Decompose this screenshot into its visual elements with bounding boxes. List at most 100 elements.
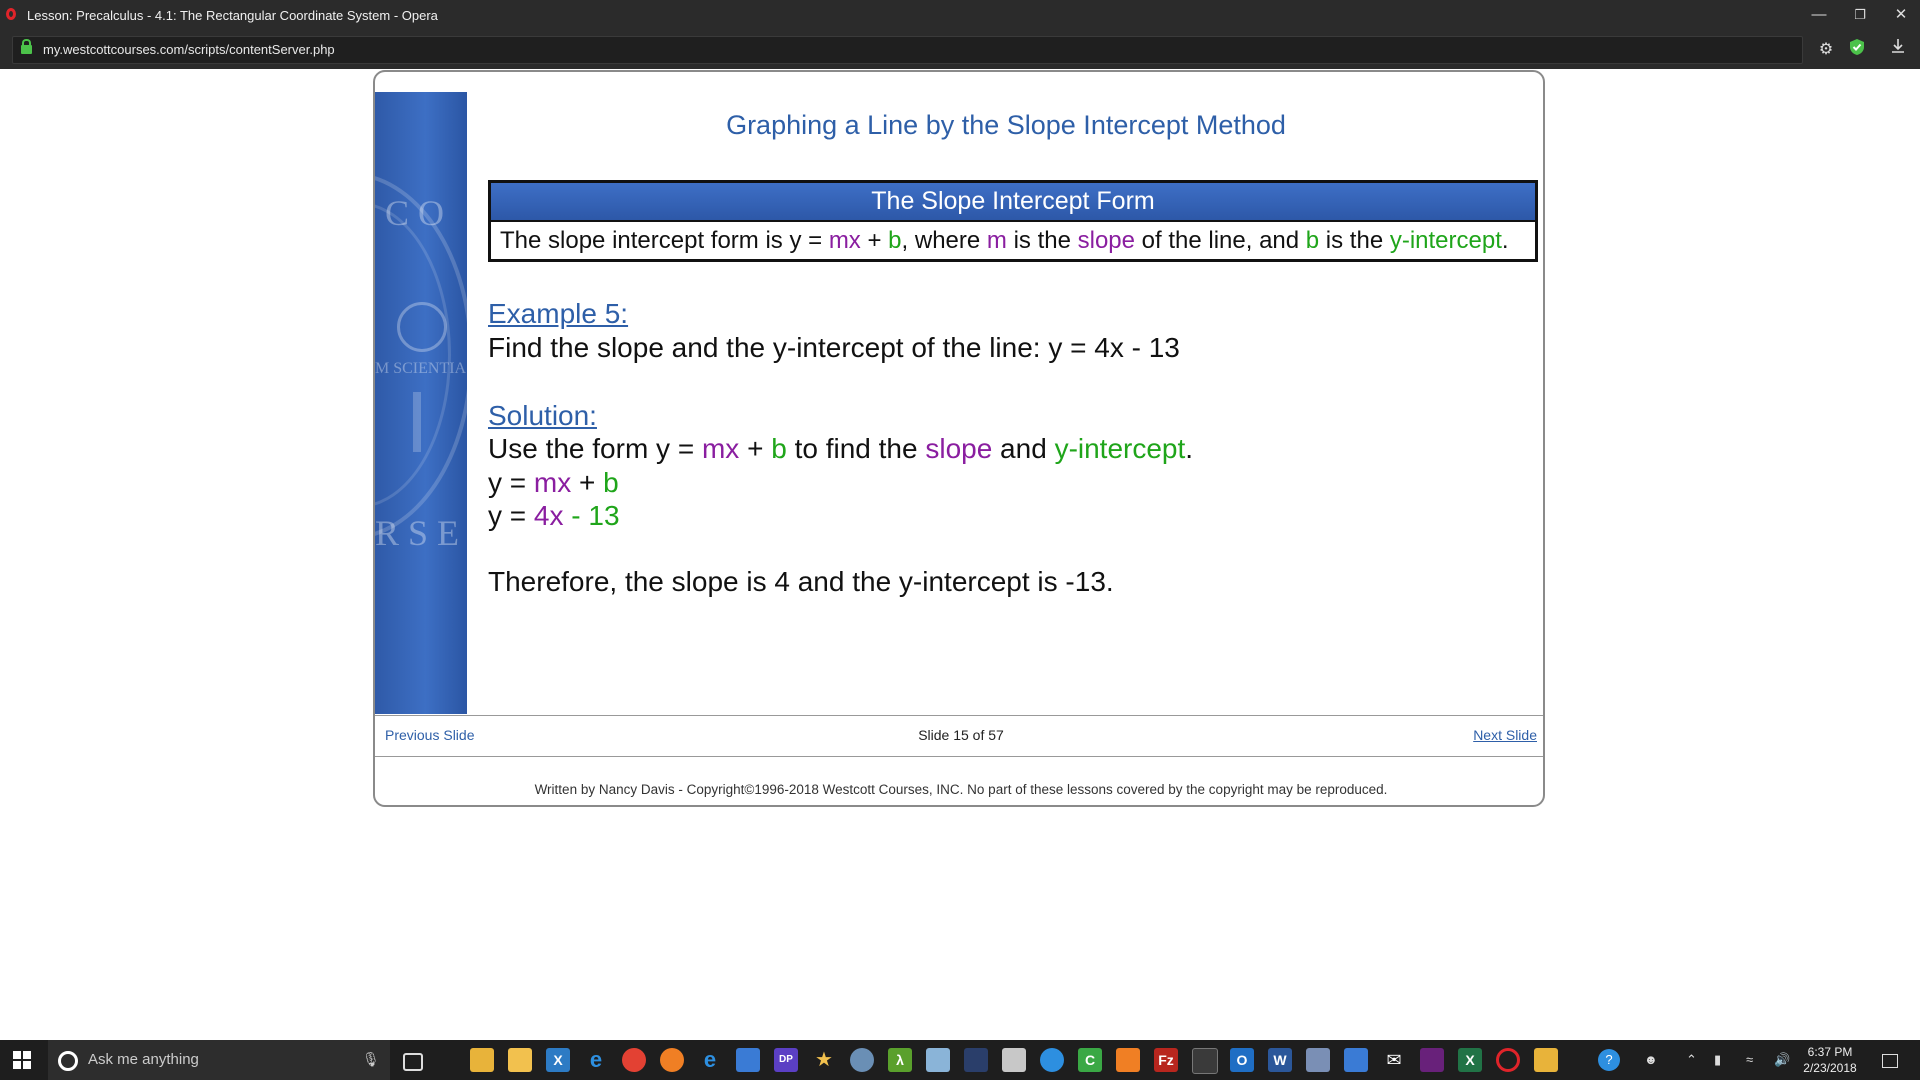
slide-navigation: Previous Slide Slide 15 of 57 Next Slide bbox=[375, 715, 1543, 757]
app-icon-c[interactable]: C bbox=[1078, 1048, 1102, 1072]
line-text: and bbox=[992, 433, 1055, 464]
excel-icon[interactable]: X bbox=[1458, 1048, 1482, 1072]
decorative-sidebar: C O M SCIENTIA R S E bbox=[375, 92, 467, 714]
clock-date: 2/23/2018 bbox=[1803, 1061, 1857, 1075]
solution-line-2: y = mx + b bbox=[488, 467, 619, 499]
box-text: of the line, and bbox=[1134, 227, 1306, 254]
app-icon[interactable] bbox=[926, 1048, 950, 1072]
app-icon[interactable] bbox=[1192, 1048, 1218, 1074]
battery-icon[interactable]: ▮ bbox=[1714, 1052, 1721, 1068]
app-icon[interactable] bbox=[850, 1048, 874, 1072]
notification-icon[interactable] bbox=[1882, 1054, 1898, 1068]
conclusion-text: Therefore, the slope is 4 and the y-inte… bbox=[488, 566, 1114, 597]
volume-icon[interactable]: 🔊 bbox=[1774, 1052, 1790, 1068]
visual-studio-icon[interactable] bbox=[1420, 1048, 1444, 1072]
chevron-up-icon[interactable]: ⌃ bbox=[1686, 1052, 1697, 1068]
restore-button[interactable]: ❐ bbox=[1845, 3, 1875, 27]
solution-line-3: y = 4x - 13 bbox=[488, 500, 620, 532]
emblem-text: M SCIENTIA bbox=[375, 360, 467, 377]
teamviewer-icon[interactable] bbox=[1040, 1048, 1064, 1072]
emblem-text: C O bbox=[385, 193, 445, 233]
line-text: + bbox=[571, 467, 604, 498]
box-definition: The slope intercept form is y = mx + b, … bbox=[491, 222, 1535, 260]
help-icon[interactable]: ? bbox=[1598, 1049, 1620, 1071]
star-app-icon[interactable]: ★ bbox=[812, 1048, 836, 1072]
line-text: y = bbox=[488, 500, 534, 531]
app-icon[interactable] bbox=[1344, 1048, 1368, 1072]
mx-term: mx bbox=[828, 227, 861, 254]
minimize-button[interactable]: — bbox=[1804, 3, 1834, 27]
lock-icon bbox=[21, 39, 32, 55]
box-text: The slope intercept form is y = bbox=[500, 227, 829, 254]
edge-icon[interactable]: e bbox=[584, 1048, 608, 1072]
line-text: to find the bbox=[786, 433, 926, 464]
powershell-icon[interactable] bbox=[736, 1048, 760, 1072]
slope-term: slope bbox=[925, 433, 993, 464]
m-term: m bbox=[986, 227, 1007, 254]
y-intercept-term: y-intercept bbox=[1389, 227, 1502, 254]
solution-line-1: Use the form y = mx + b to find the slop… bbox=[488, 433, 1193, 465]
outlook-icon[interactable]: O bbox=[1230, 1048, 1254, 1072]
address-bar: my.westcottcourses.com/scripts/contentSe… bbox=[0, 31, 1920, 69]
search-placeholder: Ask me anything bbox=[88, 1051, 199, 1068]
browser-title-bar: Lesson: Precalculus - 4.1: The Rectangul… bbox=[0, 0, 1920, 31]
next-slide-link[interactable]: Next Slide bbox=[1473, 727, 1537, 743]
opera-taskbar-icon[interactable] bbox=[1496, 1048, 1520, 1072]
url-text[interactable]: my.westcottcourses.com/scripts/contentSe… bbox=[43, 42, 335, 57]
app-icon-dp[interactable]: DP bbox=[774, 1048, 798, 1072]
windows-logo-icon bbox=[13, 1051, 31, 1069]
box-text: + bbox=[860, 227, 889, 254]
close-button[interactable]: ✕ bbox=[1886, 3, 1916, 27]
chrome-icon[interactable] bbox=[622, 1048, 646, 1072]
app-icon[interactable] bbox=[964, 1048, 988, 1072]
people-icon[interactable]: ☻ bbox=[1644, 1052, 1658, 1067]
system-clock[interactable]: 6:37 PM 2/23/2018 bbox=[1790, 1044, 1870, 1076]
slide-counter: Slide 15 of 57 bbox=[918, 727, 1004, 743]
line-text: . bbox=[1185, 433, 1194, 464]
start-button[interactable] bbox=[0, 1040, 44, 1080]
mx-term: mx bbox=[533, 467, 572, 498]
box-text: is the bbox=[1006, 227, 1078, 254]
mail-icon[interactable]: ✉ bbox=[1382, 1048, 1406, 1072]
app-icon[interactable] bbox=[1306, 1048, 1330, 1072]
calculator-icon[interactable] bbox=[1002, 1048, 1026, 1072]
store-icon[interactable] bbox=[508, 1048, 532, 1072]
shield-icon[interactable] bbox=[1845, 38, 1869, 62]
word-icon[interactable]: W bbox=[1268, 1048, 1292, 1072]
box-heading: The Slope Intercept Form bbox=[491, 183, 1535, 222]
copyright-notice: Written by Nancy Davis - Copyright©1996-… bbox=[534, 782, 1388, 797]
xamarin-icon[interactable]: X bbox=[546, 1048, 570, 1072]
slide-title: Graphing a Line by the Slope Intercept M… bbox=[726, 110, 1286, 140]
url-field[interactable]: my.westcottcourses.com/scripts/contentSe… bbox=[12, 36, 1803, 64]
example-text: Find the slope and the y-intercept of th… bbox=[488, 332, 1180, 363]
intercept-value: - 13 bbox=[563, 500, 620, 531]
y-intercept-term: y-intercept bbox=[1054, 433, 1186, 464]
xampp-icon[interactable] bbox=[1116, 1048, 1140, 1072]
b-term: b bbox=[771, 433, 787, 464]
opera-logo-icon bbox=[6, 8, 16, 20]
b-term: b bbox=[603, 467, 619, 498]
line-text: y = bbox=[488, 467, 534, 498]
slope-intercept-box: The Slope Intercept Form The slope inter… bbox=[488, 180, 1538, 262]
emblem-text: R S E bbox=[375, 513, 460, 553]
microphone-icon[interactable]: 🎙 bbox=[362, 1051, 380, 1068]
globe-icon bbox=[397, 302, 447, 352]
app-icon[interactable] bbox=[1534, 1048, 1558, 1072]
settings-gear-icon[interactable]: ⚙ bbox=[1814, 38, 1838, 62]
firefox-icon[interactable] bbox=[660, 1048, 684, 1072]
box-text: . bbox=[1501, 227, 1509, 254]
line-text: Use the form y = bbox=[488, 433, 702, 464]
download-icon[interactable] bbox=[1886, 38, 1910, 62]
mx-term: mx bbox=[701, 433, 740, 464]
clock-time: 6:37 PM bbox=[1807, 1045, 1853, 1059]
window-title: Lesson: Precalculus - 4.1: The Rectangul… bbox=[27, 8, 438, 23]
filezilla-icon[interactable]: Fz bbox=[1154, 1048, 1178, 1072]
wifi-icon[interactable]: ≈ bbox=[1746, 1052, 1753, 1067]
cortana-search-box[interactable]: Ask me anything 🎙 bbox=[48, 1040, 390, 1080]
task-view-icon[interactable] bbox=[403, 1053, 423, 1071]
internet-explorer-icon[interactable]: e bbox=[698, 1048, 722, 1072]
slope-value: 4x bbox=[533, 500, 564, 531]
b-term: b bbox=[1305, 227, 1320, 254]
lambda-app-icon[interactable]: λ bbox=[888, 1048, 912, 1072]
file-explorer-icon[interactable] bbox=[470, 1048, 494, 1072]
